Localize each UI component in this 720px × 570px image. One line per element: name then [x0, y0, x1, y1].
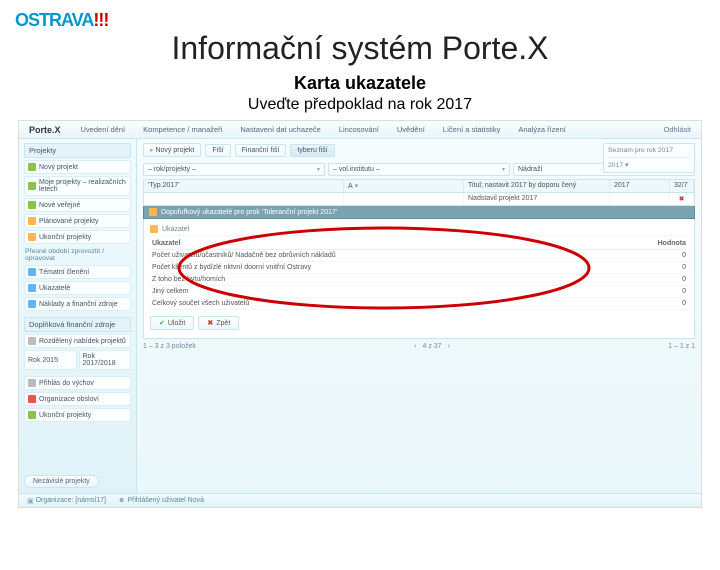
app-topbar: Porte.X Uvedení dění Kompetence / manaže… — [19, 121, 701, 139]
sidebar-item[interactable]: Přihlás do výchov — [24, 376, 131, 390]
org-icon — [28, 395, 36, 403]
tab-button[interactable]: ▸ Nový projekt — [143, 143, 201, 157]
doc-icon — [28, 163, 36, 171]
doc-icon — [28, 182, 36, 190]
year-select-panel: Seznam pro rok 2017 2017 ▾ — [603, 143, 695, 173]
pager-info: 1 – 3 z 3 položek — [143, 343, 196, 350]
sidebar-note: Přesné období zprovoztit / opravovat — [24, 246, 131, 265]
table-row[interactable]: Z toho bez bytu/homích0 — [150, 274, 688, 286]
tab-button[interactable]: Fiší — [205, 144, 230, 157]
th-label: Ukazatel — [152, 240, 626, 247]
sidebar-item[interactable]: Ukonční projekty — [24, 230, 131, 244]
pager-next-icon[interactable]: › — [448, 343, 450, 350]
nav-item[interactable]: Nastavení dat uchazeče — [240, 125, 320, 134]
nav-item[interactable]: Kompetence / manažeři — [143, 125, 222, 134]
chevron-down-icon: ▾ — [317, 166, 320, 173]
close-icon: ✖ — [207, 319, 213, 327]
grid-row[interactable]: Nadstavil projekt 2017 ✖ — [143, 193, 695, 206]
sidebar-item-year[interactable]: Rok 2015 — [24, 350, 77, 370]
filter-dropdown[interactable]: – rok/projekty –▾ — [143, 163, 325, 176]
sidebar-item[interactable]: Plánované projekty — [24, 214, 131, 228]
portex-app-window: Porte.X Uvedení dění Kompetence / manaže… — [18, 120, 702, 508]
doc-icon: ▸ — [150, 146, 154, 154]
sidebar-title: Projekty — [24, 143, 131, 158]
sidebar-item[interactable]: Moje projekty – realizačních letech — [24, 176, 131, 196]
grid-head-cell: 2017 — [610, 180, 670, 192]
sidebar-item[interactable]: Nový projekt — [24, 160, 131, 174]
table-row[interactable]: Počet klientů z byd/zlé nktvní doorní vn… — [150, 262, 688, 274]
check-icon: ✔ — [159, 319, 165, 327]
pager: 1 – 3 z 3 položek ‹ 4 z 37 › 1 – 1 z 1 — [143, 343, 695, 350]
main-content: ▸ Nový projekt Fiší Finanční fiší tyberu… — [137, 139, 701, 493]
status-org: Organizace: [námsí17] — [36, 497, 106, 504]
cancel-button[interactable]: ✖Zpět — [198, 316, 239, 330]
sidebar-bottom-button[interactable]: Nezávislé projekty — [24, 475, 99, 488]
building-icon: ▣ — [27, 497, 34, 505]
sidebar: Projekty Nový projekt Moje projekty – re… — [19, 139, 137, 507]
sidebar-item[interactable]: Organizace obsloví — [24, 392, 131, 406]
nav-item[interactable]: Uvedení dění — [81, 125, 126, 134]
grid-head-cell: Titul; nastavit 2017 by doporu čený — [464, 180, 610, 192]
table-header: Ukazatel Hodnota — [150, 238, 688, 250]
ostrava-logo: OSTRAVA!!! — [15, 10, 108, 31]
panel-label: Seznam pro rok 2017 — [608, 147, 690, 158]
doc-icon — [28, 411, 36, 419]
panel-title: Dopufuřkový ukazatelé pro prok 'Toleranč… — [161, 209, 337, 216]
sidebar-item[interactable]: Náklady a finanční zdroje — [24, 297, 131, 311]
topic-icon — [28, 284, 36, 292]
grid-head-cell: 32/7 — [670, 180, 694, 192]
pager-prev-icon[interactable]: ‹ — [414, 343, 416, 350]
tab-button-selected[interactable]: tyberu fiší — [290, 144, 334, 157]
nav-item[interactable]: Líčení a statistiky — [443, 125, 501, 134]
app-brand: Porte.X — [29, 125, 61, 135]
sidebar-item-year[interactable]: Rok 2017/2018 — [79, 350, 132, 370]
login-icon — [28, 379, 36, 387]
tab-button[interactable]: Finanční fiší — [235, 144, 287, 157]
indicator-card: Ukazatel Ukazatel Hodnota Počet uživatel… — [143, 219, 695, 339]
statusbar: ▣ Organizace: [námsí17] ☻ Přihlášený uži… — [19, 493, 701, 507]
chevron-down-icon: ▾ — [502, 166, 505, 173]
grid-head-cell: A ▾ — [344, 180, 464, 192]
year-dropdown[interactable]: 2017 ▾ — [608, 161, 690, 169]
section-icon — [150, 225, 158, 233]
grid-header: 'Typ.2017' A ▾ Titul; nastavit 2017 by d… — [143, 179, 695, 193]
sidebar-item[interactable]: Ukonční projekty — [24, 408, 131, 422]
slide-subtitle-2: Uveďte předpoklad na rok 2017 — [0, 96, 720, 114]
filter-dropdown[interactable]: – vol.institutu –▾ — [328, 163, 510, 176]
topic-icon — [28, 268, 36, 276]
plan-icon — [28, 233, 36, 241]
sidebar-item[interactable]: Ukazatelé — [24, 281, 131, 295]
th-value: Hodnota — [626, 240, 686, 247]
split-icon — [28, 337, 36, 345]
table-row[interactable]: Jiný celkem0 — [150, 286, 688, 298]
slide-title: Informační systém Porte.X — [0, 30, 720, 67]
pager-info-right: 1 – 1 z 1 — [668, 343, 695, 350]
nav-item[interactable]: Uvědění — [397, 125, 425, 134]
close-icon[interactable]: ✖ — [670, 193, 694, 205]
nav-item[interactable]: Analýza řízení — [518, 125, 566, 134]
slide-subtitle-1: Karta ukazatele — [0, 73, 720, 94]
nav-item[interactable]: Lincosování — [339, 125, 379, 134]
user-icon: ☻ — [118, 497, 125, 504]
topic-icon — [28, 300, 36, 308]
logout-link[interactable]: Odhlásit — [663, 125, 691, 134]
panel-icon — [149, 208, 157, 216]
table-row[interactable]: Počet uživatelů/účastníků/ Nadačně bez o… — [150, 250, 688, 262]
sidebar-item[interactable]: Nové veřejné — [24, 198, 131, 212]
save-button[interactable]: ✔Uložit — [150, 316, 194, 330]
sidebar-item[interactable]: Rozdělený nabídek projektů — [24, 334, 131, 348]
filter-icon[interactable]: ▾ — [355, 183, 359, 190]
table-row[interactable]: Celkový součet všech uživatelů0 — [150, 298, 688, 310]
pager-pos: 4 z 37 — [423, 343, 442, 350]
inner-section-header[interactable]: Ukazatel — [150, 223, 688, 236]
grid-head-cell: 'Typ.2017' — [144, 180, 344, 192]
sidebar-block-title: Doplňková finanční zdroje — [24, 317, 131, 332]
status-user: Přihlášený uživatel Nová — [127, 497, 204, 504]
sidebar-item[interactable]: Tématní členění — [24, 265, 131, 279]
plan-icon — [28, 217, 36, 225]
doc-icon — [28, 201, 36, 209]
expandable-panel-header[interactable]: Dopufuřkový ukazatelé pro prok 'Toleranč… — [143, 206, 695, 219]
